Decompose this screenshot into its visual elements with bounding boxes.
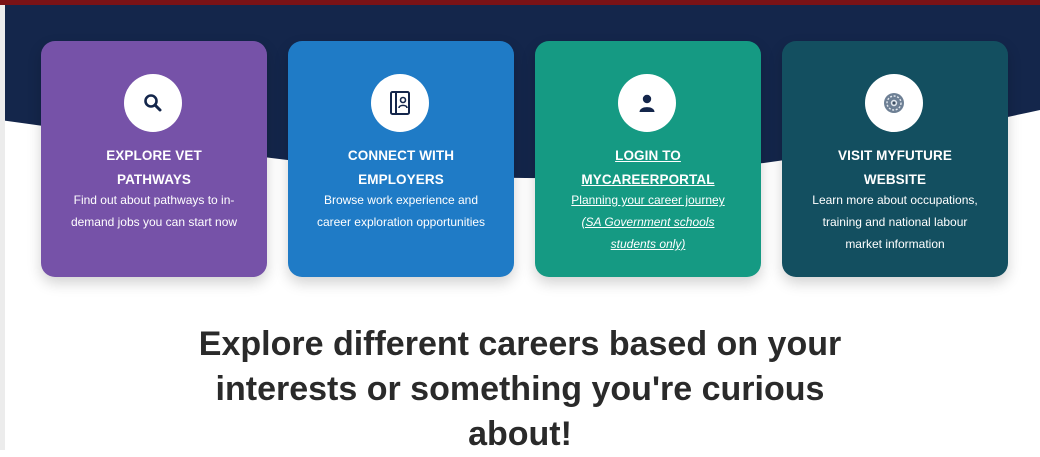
card-title: VISIT MYFUTURE WEBSITE [790, 144, 1000, 192]
icon-badge [865, 74, 923, 132]
card-title: CONNECT WITH EMPLOYERS [296, 144, 506, 192]
headline-line: about! [468, 415, 572, 453]
card-desc-line: career exploration opportunities [316, 215, 486, 229]
icon-badge [124, 74, 182, 132]
card-desc-line: training and national labour [822, 215, 968, 229]
login-link-line[interactable]: LOGIN TO [543, 144, 753, 168]
headline-line: Explore different careers based on your [198, 325, 842, 363]
card-explore-vet-pathways[interactable]: EXPLORE VET PATHWAYS Find out about path… [41, 41, 267, 277]
myfuture-badge-icon [884, 93, 904, 113]
card-title: LOGIN TO MYCAREERPORTAL [543, 144, 753, 192]
card-desc-link[interactable]: (SA Government schools [545, 211, 751, 233]
card-description: Find out about pathways to in- demand jo… [51, 189, 257, 233]
icon-badge [618, 74, 676, 132]
card-title-line: CONNECT WITH [347, 148, 455, 163]
card-desc-line: market information [845, 237, 945, 251]
card-title-line: EXPLORE VET [106, 148, 202, 163]
user-icon [639, 94, 655, 112]
icon-badge [371, 74, 429, 132]
card-desc-line: Find out about pathways to in- [73, 193, 235, 207]
card-title: EXPLORE VET PATHWAYS [49, 144, 259, 192]
card-desc-link[interactable]: students only) [545, 233, 751, 255]
card-desc-link[interactable]: Planning your career journey [545, 189, 751, 211]
section-headline: Explore different careers based on your … [0, 322, 1040, 457]
card-desc-line: Browse work experience and [323, 193, 479, 207]
card-description: Learn more about occupations, training a… [792, 189, 998, 255]
card-desc-line: Learn more about occupations, [812, 193, 978, 207]
contact-book-icon [390, 91, 410, 115]
card-connect-with-employers[interactable]: CONNECT WITH EMPLOYERS Browse work exper… [288, 41, 514, 277]
card-desc-line: demand jobs you can start now [70, 215, 238, 229]
card-title-line: VISIT MYFUTURE [838, 148, 952, 163]
card-description: Browse work experience and career explor… [298, 189, 504, 233]
search-icon [144, 94, 162, 112]
action-cards: EXPLORE VET PATHWAYS Find out about path… [0, 0, 1040, 300]
card-login-mycareerportal[interactable]: LOGIN TO MYCAREERPORTAL Planning your ca… [535, 41, 761, 277]
card-description: Planning your career journey (SA Governm… [545, 189, 751, 255]
card-visit-myfuture[interactable]: VISIT MYFUTURE WEBSITE Learn more about … [782, 41, 1008, 277]
headline-line: interests or something you're curious [215, 370, 825, 408]
